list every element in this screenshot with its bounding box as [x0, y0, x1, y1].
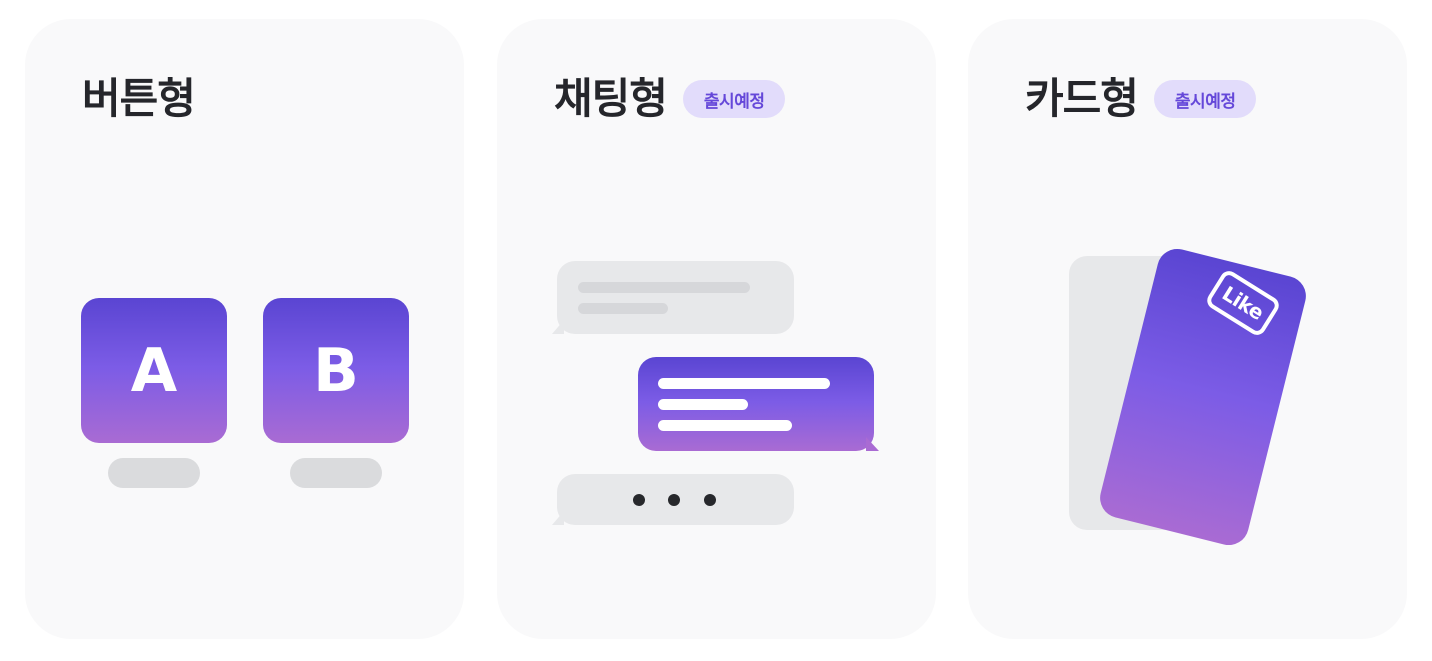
option-card-button-type[interactable]: 버튼형 A B — [25, 19, 464, 639]
option-b-placeholder-bar — [290, 458, 382, 488]
outgoing-chat-bubble — [638, 357, 874, 451]
typing-indicator-bubble — [557, 474, 794, 525]
coming-soon-badge: 출시예정 — [1153, 80, 1257, 118]
option-b-label: B — [313, 335, 359, 406]
option-b-tile: B — [263, 298, 409, 443]
typing-dot — [633, 494, 645, 506]
text-placeholder-line — [658, 399, 748, 410]
bubble-tail — [552, 511, 564, 525]
typing-dot — [704, 494, 716, 506]
card-title: 카드형 — [1025, 74, 1139, 123]
card-header: 버튼형 — [82, 74, 196, 123]
card-title: 버튼형 — [82, 74, 196, 123]
option-a-placeholder-bar — [108, 458, 200, 488]
incoming-chat-bubble — [557, 261, 794, 334]
option-a-tile: A — [81, 298, 227, 443]
option-card-chat-type[interactable]: 채팅형 출시예정 — [497, 19, 936, 639]
coming-soon-badge: 출시예정 — [682, 80, 786, 118]
typing-dot — [668, 494, 680, 506]
bubble-tail — [552, 320, 564, 334]
text-placeholder-line — [658, 420, 792, 431]
card-header: 카드형 출시예정 — [1025, 74, 1257, 123]
card-header: 채팅형 출시예정 — [554, 74, 786, 123]
bubble-tail — [866, 437, 879, 451]
card-title: 채팅형 — [554, 74, 668, 123]
text-placeholder-line — [578, 282, 750, 293]
option-card-card-type[interactable]: 카드형 출시예정 Like — [968, 19, 1407, 639]
text-placeholder-line — [578, 303, 668, 314]
option-a-label: A — [130, 335, 178, 406]
text-placeholder-line — [658, 378, 830, 389]
